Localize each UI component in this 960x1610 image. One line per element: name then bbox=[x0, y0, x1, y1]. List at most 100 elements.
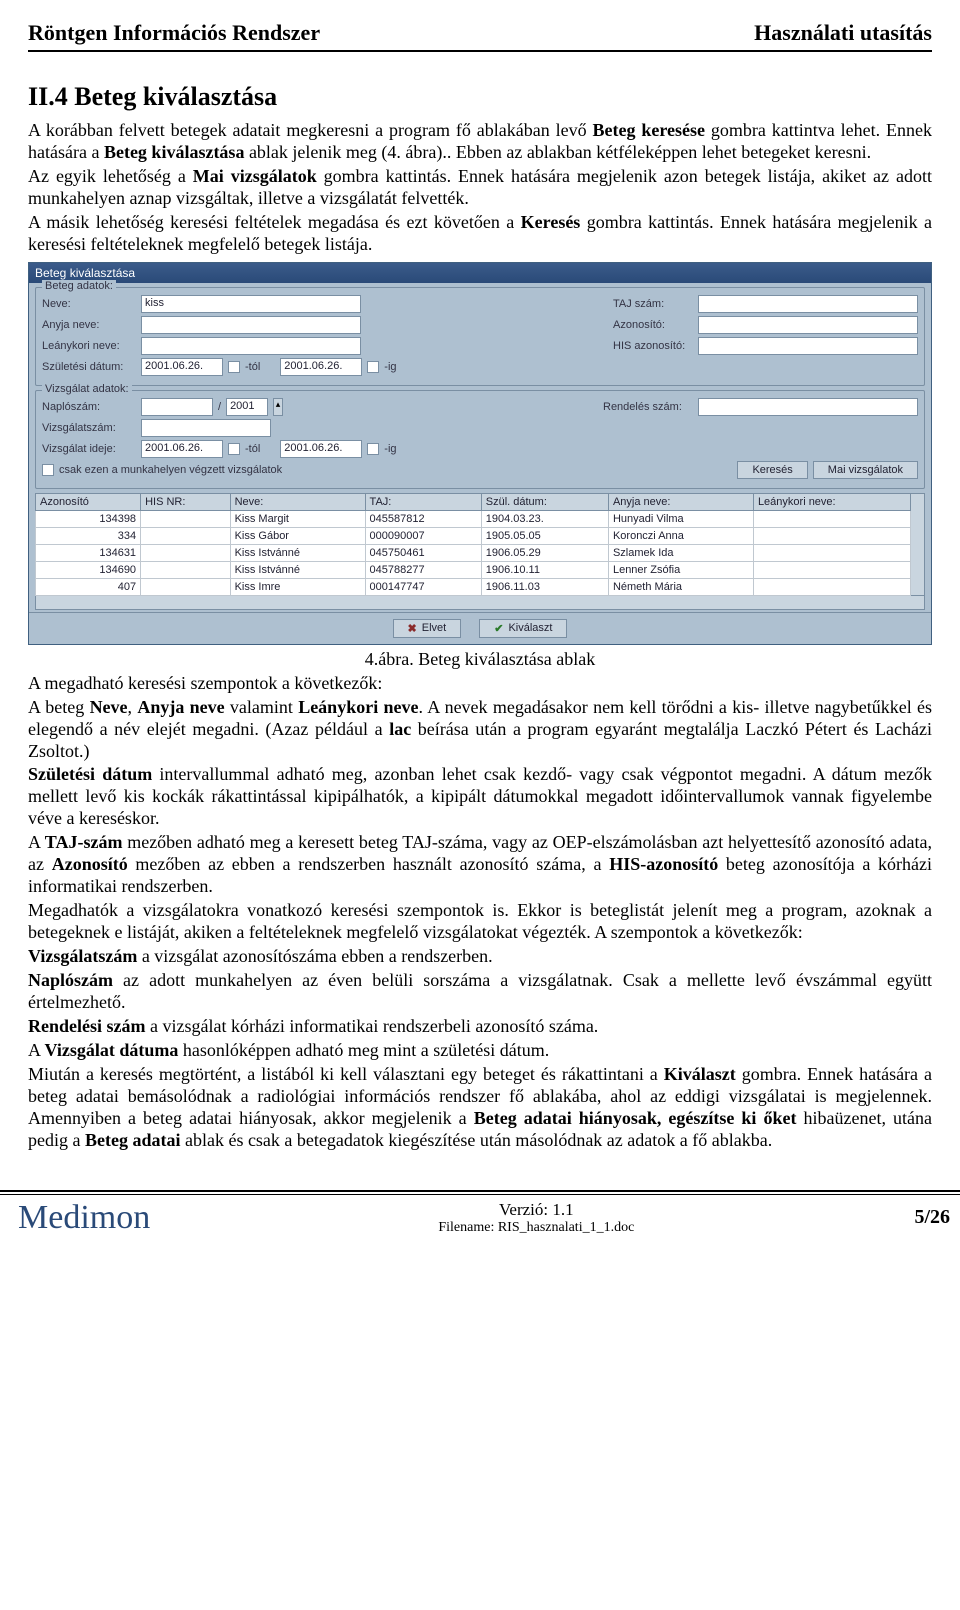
label-examdate: Vizsgálat ideje: bbox=[42, 443, 136, 455]
table-cell: 407 bbox=[36, 578, 141, 595]
window-titlebar: Beteg kiválasztása bbox=[29, 263, 931, 283]
body-p8: Rendelési szám a vizsgálat kórházi infor… bbox=[28, 1016, 932, 1038]
table-cell: Koronczi Anna bbox=[608, 527, 753, 544]
footer-rule-1 bbox=[0, 1190, 960, 1192]
table-row[interactable]: 134631 Kiss Istvánné0457504611906.05.29Sz… bbox=[36, 544, 911, 561]
vertical-scrollbar[interactable] bbox=[911, 493, 925, 596]
input-examno[interactable] bbox=[141, 419, 271, 437]
table-cell: 000090007 bbox=[365, 527, 481, 544]
label-name: Neve: bbox=[42, 298, 136, 310]
label-his: HIS azonosító: bbox=[613, 340, 693, 352]
table-cell: 045587812 bbox=[365, 510, 481, 527]
table-cell: 1906.05.29 bbox=[481, 544, 608, 561]
logo: Medimon bbox=[10, 1199, 158, 1237]
spinner-year[interactable]: ▴ bbox=[273, 398, 283, 416]
checkbox-exam-from[interactable] bbox=[228, 443, 240, 455]
table-cell: 134631 bbox=[36, 544, 141, 561]
table-cell: 1906.11.03 bbox=[481, 578, 608, 595]
table-cell bbox=[141, 544, 231, 561]
input-log[interactable] bbox=[141, 398, 213, 416]
results-table[interactable]: AzonosítóHIS NR:Neve:TAJ:Szül. dátum:Any… bbox=[35, 493, 911, 596]
group-patient-label: Beteg adatok: bbox=[42, 280, 116, 292]
table-header[interactable]: Leánykori neve: bbox=[753, 493, 910, 510]
label-birthdate: Születési dátum: bbox=[42, 361, 136, 373]
body-p5: Megadhatók a vizsgálatokra vonatkozó ker… bbox=[28, 900, 932, 944]
doc-title-left: Röntgen Információs Rendszer bbox=[28, 20, 320, 46]
table-header[interactable]: Szül. dátum: bbox=[481, 493, 608, 510]
table-cell: Szlamek Ida bbox=[608, 544, 753, 561]
body-p6: Vizsgálatszám a vizsgálat azonosítószáma… bbox=[28, 946, 932, 968]
select-button[interactable]: ✔Kiválaszt bbox=[479, 619, 567, 638]
table-cell bbox=[141, 561, 231, 578]
table-cell: Kiss Istvánné bbox=[230, 544, 365, 561]
header-rule bbox=[28, 50, 932, 52]
input-birth-from[interactable]: 2001.06.26. bbox=[141, 358, 223, 376]
input-exam-from[interactable]: 2001.06.26. bbox=[141, 440, 223, 458]
search-button[interactable]: Keresés bbox=[737, 461, 807, 479]
table-header[interactable]: Azonosító bbox=[36, 493, 141, 510]
footer-rule-2 bbox=[0, 1194, 960, 1195]
body-p9: A Vizsgálat dátuma hasonlóképpen adható … bbox=[28, 1040, 932, 1062]
label-local-only: csak ezen a munkahelyen végzett vizsgála… bbox=[59, 464, 282, 476]
label-id: Azonosító: bbox=[613, 319, 693, 331]
table-cell bbox=[753, 544, 910, 561]
table-cell bbox=[753, 527, 910, 544]
table-cell bbox=[753, 578, 910, 595]
horizontal-scrollbar[interactable] bbox=[35, 596, 925, 610]
table-cell: Lenner Zsófia bbox=[608, 561, 753, 578]
checkbox-birth-from[interactable] bbox=[228, 361, 240, 373]
table-cell: Németh Mária bbox=[608, 578, 753, 595]
section-heading: II.4 Beteg kiválasztása bbox=[28, 82, 932, 112]
input-maiden[interactable] bbox=[141, 337, 361, 355]
label-examno: Vizsgálatszám: bbox=[42, 422, 136, 434]
input-year[interactable]: 2001 bbox=[226, 398, 268, 416]
checkbox-birth-to[interactable] bbox=[367, 361, 379, 373]
figure-caption: 4.ábra. Beteg kiválasztása ablak bbox=[28, 649, 932, 671]
label-to: -ig bbox=[384, 361, 396, 373]
table-cell: 045788277 bbox=[365, 561, 481, 578]
check-icon: ✔ bbox=[494, 622, 503, 635]
body-p10: Miután a keresés megtörtént, a listából … bbox=[28, 1064, 932, 1152]
table-row[interactable]: 407Kiss Imre0001477471906.11.03Németh Má… bbox=[36, 578, 911, 595]
group-exam: Vizsgálat adatok: Naplószám: / 2001 ▴ Re… bbox=[35, 390, 925, 489]
table-cell: 1906.10.11 bbox=[481, 561, 608, 578]
table-cell: Hunyadi Vilma bbox=[608, 510, 753, 527]
footer-filename: Filename: RIS_hasznalati_1_1.doc bbox=[172, 1220, 900, 1236]
table-row[interactable]: 334Kiss Gábor0000900071905.05.05Koronczi… bbox=[36, 527, 911, 544]
checkbox-exam-to[interactable] bbox=[367, 443, 379, 455]
table-row[interactable]: 134398Kiss Margit0455878121904.03.23.Hun… bbox=[36, 510, 911, 527]
label-taj: TAJ szám: bbox=[613, 298, 693, 310]
input-exam-to[interactable]: 2001.06.26. bbox=[280, 440, 362, 458]
table-header[interactable]: HIS NR: bbox=[141, 493, 231, 510]
body-p4: A TAJ-szám mezőben adható meg a keresett… bbox=[28, 832, 932, 898]
input-name[interactable]: kiss bbox=[141, 295, 361, 313]
input-birth-to[interactable]: 2001.06.26. bbox=[280, 358, 362, 376]
body-p3: Születési dátum intervallummal adható me… bbox=[28, 764, 932, 830]
doc-title-right: Használati utasítás bbox=[754, 20, 932, 46]
table-cell bbox=[141, 527, 231, 544]
label-maiden: Leánykori neve: bbox=[42, 340, 136, 352]
table-cell: 334 bbox=[36, 527, 141, 544]
table-cell: 134690 bbox=[36, 561, 141, 578]
intro-para-1: A korábban felvett betegek adatait megke… bbox=[28, 120, 932, 164]
table-header[interactable]: Anyja neve: bbox=[608, 493, 753, 510]
table-row[interactable]: 134690 Kiss Istvánné0457882771906.10.11Le… bbox=[36, 561, 911, 578]
checkbox-local-only[interactable] bbox=[42, 464, 54, 476]
today-exams-button[interactable]: Mai vizsgálatok bbox=[813, 461, 918, 479]
input-taj[interactable] bbox=[698, 295, 918, 313]
table-header[interactable]: Neve: bbox=[230, 493, 365, 510]
discard-button[interactable]: ✖Elvet bbox=[393, 619, 462, 638]
table-header[interactable]: TAJ: bbox=[365, 493, 481, 510]
table-cell bbox=[141, 510, 231, 527]
table-cell: 045750461 bbox=[365, 544, 481, 561]
input-his[interactable] bbox=[698, 337, 918, 355]
intro-para-2: Az egyik lehetőség a Mai vizsgálatok gom… bbox=[28, 166, 932, 210]
input-order[interactable] bbox=[698, 398, 918, 416]
table-cell: Kiss Istvánné bbox=[230, 561, 365, 578]
label-exam-ig: -ig bbox=[384, 443, 396, 455]
table-cell: 1904.03.23. bbox=[481, 510, 608, 527]
table-cell: 000147747 bbox=[365, 578, 481, 595]
label-mother: Anyja neve: bbox=[42, 319, 136, 331]
input-id[interactable] bbox=[698, 316, 918, 334]
input-mother[interactable] bbox=[141, 316, 361, 334]
